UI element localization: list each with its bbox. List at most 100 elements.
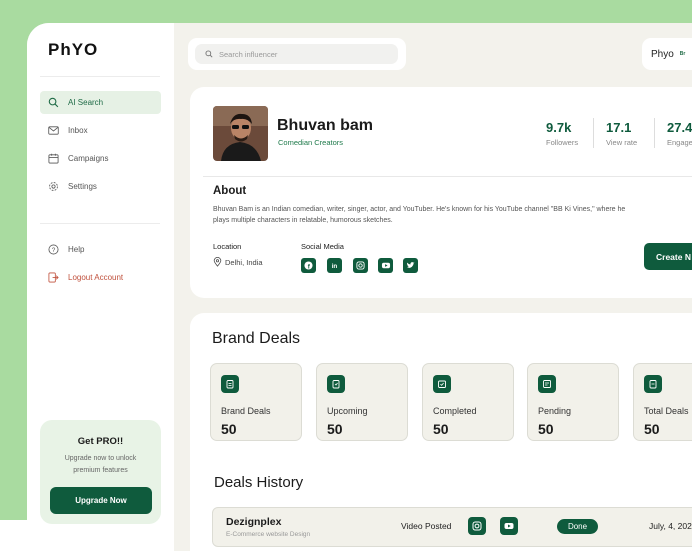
stat-value: 9.7k [546, 120, 572, 135]
app-window: PhYO AI Search Inbox Campaigns Settings … [27, 23, 692, 551]
sidebar-item-help[interactable]: ? Help [40, 238, 161, 261]
create-campaign-button[interactable]: Create N [644, 243, 692, 270]
app-logo: PhYO [48, 40, 99, 59]
tile-label: Brand Deals [221, 406, 271, 416]
sidebar-item-label: Campaigns [68, 154, 109, 163]
stat-followers: 9.7k Followers [546, 120, 578, 147]
stat-label: Engage [667, 138, 692, 147]
gear-icon [49, 182, 58, 191]
divider [203, 176, 692, 177]
about-heading: About [213, 185, 247, 197]
linkedin-icon: in [332, 263, 338, 270]
search-icon [48, 97, 59, 108]
mail-icon [48, 126, 59, 135]
about-text: Bhuvan Bam is an Indian comedian, writer… [213, 206, 626, 224]
twitter-icon [406, 262, 415, 269]
sidebar-item-label: Help [68, 245, 85, 254]
calendar-icon [48, 153, 59, 164]
svg-text:in: in [332, 263, 338, 270]
search-bar: Search influencer [188, 38, 406, 70]
location-pin-icon [213, 257, 222, 267]
user-name: Phyo [651, 48, 674, 60]
deal-description: E-Commerce website Design [226, 531, 311, 538]
search-icon [205, 50, 213, 58]
tile-value: 50 [644, 421, 660, 437]
tile-value: 50 [327, 421, 343, 437]
influencer-profile-card: Bhuvan bam Comedian Creators 9.7k Follow… [190, 87, 692, 298]
instagram-icon [356, 261, 365, 270]
brand-deals-heading: Brand Deals [212, 330, 301, 347]
avatar [213, 106, 268, 161]
logout-icon [48, 272, 59, 283]
total-deals-icon [644, 375, 662, 393]
svg-text:?: ? [52, 247, 56, 254]
linkedin-link[interactable]: in [327, 258, 342, 273]
sidebar-item-campaigns[interactable]: Campaigns [40, 147, 161, 170]
stat-divider [593, 118, 594, 148]
tile-label: Total Deals [644, 406, 689, 416]
facebook-link[interactable]: f [301, 258, 316, 273]
stat-label: Followers [546, 138, 579, 147]
user-tag: Br [679, 51, 686, 57]
location-value-row: Delhi, India [213, 257, 263, 267]
deal-stat-tile: Completed 50 [422, 363, 514, 441]
table-row[interactable]: Dezignplex E-Commerce website Design Vid… [212, 507, 692, 547]
facebook-icon: f [304, 261, 313, 270]
clipboard-icon [221, 375, 239, 393]
youtube-icon [381, 262, 390, 269]
deals-history-heading: Deals History [214, 474, 304, 491]
sidebar-divider [40, 76, 160, 77]
pro-title: Get PRO!! [77, 436, 124, 447]
stat-label: View rate [606, 138, 638, 147]
deal-stat-tile: Total Deals 50 [633, 363, 692, 441]
location-label: Location [213, 242, 242, 251]
search-input[interactable]: Search influencer [195, 44, 398, 64]
tile-value: 50 [433, 421, 449, 437]
tile-label: Completed [433, 406, 477, 416]
sidebar-item-settings[interactable]: Settings [40, 175, 161, 198]
brand-deals-card: Brand Deals Brand Deals 50 Upcoming 50 C… [190, 313, 692, 551]
tile-label: Upcoming [327, 406, 368, 416]
influencer-name: Bhuvan bam [277, 117, 374, 134]
completed-icon [433, 375, 451, 393]
stat-value: 27.4 [667, 120, 692, 135]
stat-value: 17.1 [606, 120, 632, 135]
pending-icon [538, 375, 556, 393]
instagram-icon[interactable] [468, 517, 486, 535]
sidebar-item-inbox[interactable]: Inbox [40, 119, 161, 142]
help-icon: ? [48, 244, 59, 255]
twitter-link[interactable] [403, 258, 418, 273]
deal-stat-tile: Upcoming 50 [316, 363, 408, 441]
upcoming-icon [327, 375, 345, 393]
location-value: Delhi, India [225, 257, 263, 267]
sidebar-item-label: Settings [68, 182, 97, 191]
sidebar-item-label: Inbox [68, 126, 88, 135]
deal-date: July, 4, 202 [649, 521, 692, 531]
pro-subtitle: Upgrade now to unlock premium features [64, 455, 137, 474]
user-menu[interactable]: Phyo Br [642, 38, 692, 70]
search-placeholder: Search influencer [219, 49, 278, 59]
stat-divider [654, 118, 655, 148]
deal-type: Video Posted [401, 521, 452, 531]
sidebar-item-label: AI Search [68, 98, 104, 107]
stat-engagement: 27.4 Engage [667, 120, 692, 147]
stat-view-rate: 17.1 View rate [606, 120, 637, 147]
sidebar: PhYO AI Search Inbox Campaigns Settings … [27, 23, 174, 551]
sidebar-item-logout[interactable]: Logout Account [40, 266, 161, 289]
youtube-icon[interactable] [500, 517, 518, 535]
tile-label: Pending [538, 406, 572, 416]
tile-value: 50 [538, 421, 554, 437]
pro-upgrade-card: Get PRO!! Upgrade now to unlock premium … [40, 420, 161, 524]
social-media-label: Social Media [301, 242, 344, 251]
sidebar-divider [40, 223, 160, 224]
influencer-category: Comedian Creators [278, 138, 344, 147]
sidebar-item-ai-search[interactable]: AI Search [40, 91, 161, 114]
sidebar-item-label: Logout Account [68, 273, 124, 282]
deal-stat-tile: Pending 50 [527, 363, 619, 441]
upgrade-now-button[interactable]: Upgrade Now [50, 487, 152, 514]
deal-brand: Dezignplex [226, 516, 282, 528]
status-badge: Done [557, 519, 598, 534]
youtube-link[interactable] [378, 258, 393, 273]
deal-stat-tile: Brand Deals 50 [210, 363, 302, 441]
instagram-link[interactable] [353, 258, 368, 273]
